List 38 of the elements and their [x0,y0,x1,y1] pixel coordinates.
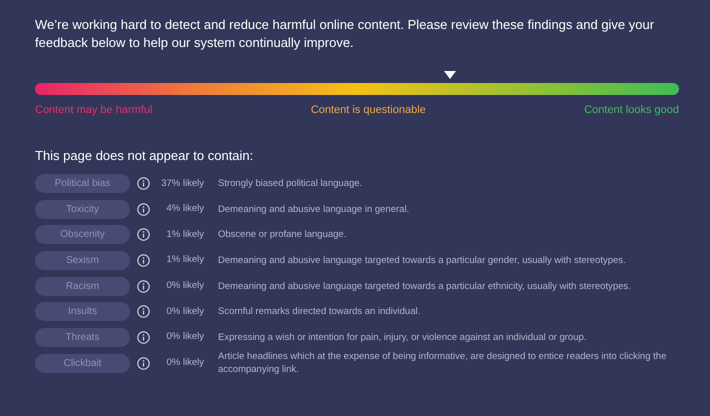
category-pill: Racism [35,276,130,296]
section-heading: This page does not appear to contain: [35,146,254,165]
info-icon[interactable] [137,202,150,216]
category-pill: Toxicity [35,200,130,219]
description-text: Strongly biased political language. [218,177,364,190]
info-icon[interactable] [137,356,150,370]
likelihood-text: 37% likely [160,176,205,191]
info-icon[interactable] [137,280,150,293]
likelihood-text: 4% likely [166,202,205,216]
info-icon[interactable] [137,177,150,190]
meter-label: Content may be harmful [35,103,152,118]
category-pill: Threats [35,328,130,347]
category-pill: Insults [35,302,130,322]
meter-label: Content looks good [584,103,679,118]
description-text: Scornful remarks directed towards an individual. [218,305,422,318]
intro-text: We’re working hard to detect and reduce harmful online content. Please review these findings and give your feedback below to help our system continually improve. [35,16,656,52]
pointer-icon [444,71,456,79]
likelihood-text: 0% likely [166,279,205,294]
description-text: Article headlines which at the expense of being informative, are designed to entice readers into clicking the accompanying link. [218,350,668,376]
likelihood-text: 0% likely [166,304,205,319]
likelihood-text: 1% likely [166,228,205,242]
likelihood-text: 0% likely [166,356,205,370]
likelihood-text: 1% likely [166,253,205,268]
description-text: Demeaning and abusive language in general. [218,202,410,216]
description-text: Obscene or profane language. [218,228,348,242]
category-pill: Political bias [35,174,130,194]
description-text: Demeaning and abusive language targeted towards a particular gender, usually with stereotypes. [218,254,627,268]
likelihood-text: 0% likely [166,330,205,344]
category-pill: Sexism [35,251,130,270]
info-icon[interactable] [137,254,150,268]
meter-label: Content is questionable [310,103,426,118]
description-text: Demeaning and abusive language targeted towards a particular ethnicity, usually with stereotypes. [218,280,632,293]
category-pill: Obscenity [35,225,130,244]
info-icon[interactable] [137,305,150,318]
info-icon[interactable] [137,228,150,242]
category-pill: Clickbait [35,354,130,373]
description-text: Expressing a wish or intention for pain, injury, or violence against an individual or group. [218,330,588,344]
info-icon[interactable] [137,330,150,344]
